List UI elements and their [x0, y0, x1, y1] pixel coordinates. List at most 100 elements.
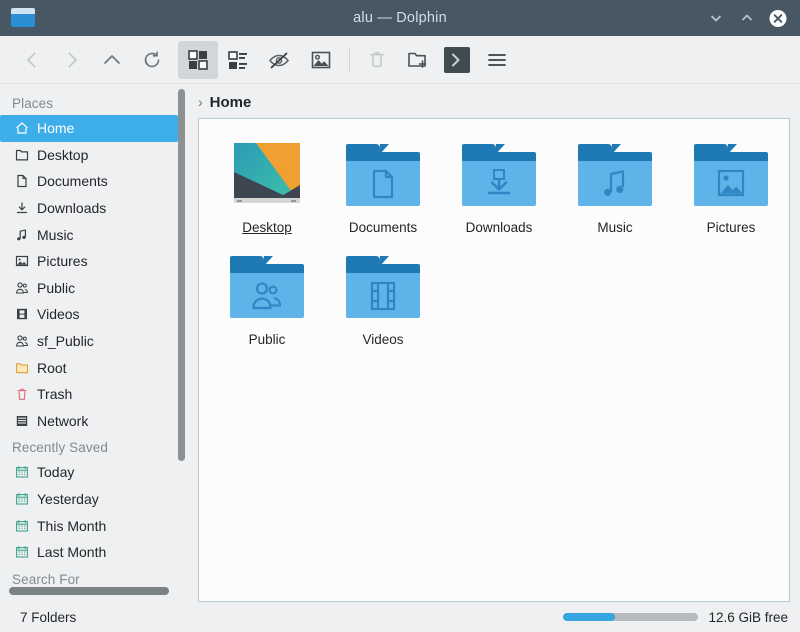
sidebar-item-documents[interactable]: Documents	[0, 168, 178, 195]
file-item-label: Downloads	[465, 220, 533, 235]
reload-icon[interactable]	[132, 41, 172, 79]
back-button[interactable]	[12, 41, 52, 79]
sidebar-item-label: Pictures	[37, 253, 88, 270]
sidebar-group-title: Places	[12, 96, 54, 111]
file-view[interactable]: Desktop Documents Downloads Music Pictures Pu…	[198, 118, 790, 602]
videos-folder-icon	[346, 249, 420, 323]
file-item-public[interactable]: Public	[209, 243, 325, 355]
sidebar-item-home[interactable]: Home	[0, 115, 178, 142]
trash-icon	[14, 386, 30, 402]
sidebar-item-label: Videos	[37, 306, 80, 323]
file-item-videos[interactable]: Videos	[325, 243, 441, 355]
home-icon	[14, 120, 30, 136]
capacity-bar[interactable]	[563, 613, 699, 621]
hamburger-menu-icon[interactable]	[477, 41, 517, 79]
sidebar-item-public[interactable]: Public	[0, 275, 178, 302]
forward-button[interactable]	[52, 41, 92, 79]
downloads-icon	[14, 200, 30, 216]
pictures-folder-icon	[694, 137, 768, 211]
places-sidebar: Places Home Desktop Documents Downloads Music…	[0, 84, 190, 602]
file-item-label: Videos	[362, 332, 404, 347]
window-body: Places Home Desktop Documents Downloads Music…	[0, 84, 800, 602]
file-item-label: Music	[597, 220, 633, 235]
file-item-label: Public	[248, 332, 286, 347]
file-item-music[interactable]: Music	[557, 131, 673, 243]
desktop-wallpaper-thumbnail	[230, 137, 304, 211]
sidebar-item-label: Yesterday	[37, 491, 99, 508]
calendar-icon	[14, 491, 30, 507]
sidebar-item-trash[interactable]: Trash	[0, 381, 178, 408]
sidebar-item-yesterday[interactable]: Yesterday	[0, 486, 178, 513]
sidebar-item-label: Network	[37, 412, 89, 429]
people-icon	[14, 280, 30, 296]
new-folder-button[interactable]	[397, 41, 437, 79]
documents-icon	[14, 173, 30, 189]
sidebar-item-label: Downloads	[37, 200, 107, 217]
file-item-desktop[interactable]: Desktop	[209, 131, 325, 243]
sidebar-item-label: Last Month	[37, 544, 107, 561]
sidebar-vertical-scrollbar[interactable]	[178, 89, 185, 461]
hidden-files-button[interactable]	[258, 41, 300, 79]
details-view-button[interactable]	[218, 41, 258, 79]
icons-view-button[interactable]	[178, 40, 218, 79]
root-folder-icon	[14, 360, 30, 376]
sidebar-group-title: Recently Saved	[12, 440, 108, 456]
music-folder-icon	[578, 137, 652, 211]
sidebar-item-downloads[interactable]: Downloads	[0, 195, 178, 222]
main-panel: › Home Desktop Documents Downloads Music Pic…	[190, 84, 800, 602]
calendar-icon	[14, 464, 30, 480]
sidebar-item-last-month[interactable]: Last Month	[0, 539, 178, 566]
preview-button[interactable]	[300, 41, 342, 79]
toolbar-separator	[349, 46, 350, 73]
desktop-folder-icon	[14, 147, 30, 163]
breadcrumb[interactable]: › Home	[190, 86, 792, 118]
sidebar-item-label: Desktop	[37, 146, 89, 163]
sidebar-item-desktop[interactable]: Desktop	[0, 142, 178, 169]
sidebar-item-label: Today	[37, 464, 75, 481]
capacity-bar-fill	[563, 613, 615, 621]
up-button[interactable]	[92, 41, 132, 79]
file-item-documents[interactable]: Documents	[325, 131, 441, 243]
calendar-icon	[14, 518, 30, 534]
sidebar-item-videos[interactable]: Videos	[0, 301, 178, 328]
item-count-label: 7 Folders	[20, 609, 77, 625]
sidebar-item-pictures[interactable]: Pictures	[0, 248, 178, 275]
sidebar-item-today[interactable]: Today	[0, 459, 178, 486]
sidebar-item-sf-public[interactable]: sf_Public	[0, 328, 178, 355]
sidebar-item-music[interactable]: Music	[0, 221, 178, 248]
sidebar-item-root[interactable]: Root	[0, 354, 178, 381]
sidebar-horizontal-scrollbar[interactable]	[9, 587, 169, 595]
sidebar-item-label: Trash	[37, 386, 73, 403]
window-title: alu — Dolphin	[353, 10, 447, 26]
picture-icon	[14, 253, 30, 269]
file-item-pictures[interactable]: Pictures	[673, 131, 789, 243]
sidebar-item-network[interactable]: Network	[0, 408, 178, 435]
file-item-label: Pictures	[706, 220, 756, 235]
terminal-button[interactable]	[437, 41, 477, 79]
sidebar-item-label: Root	[37, 359, 67, 376]
breadcrumb-current[interactable]: Home	[210, 94, 252, 111]
documents-folder-icon	[346, 137, 420, 211]
free-space-label: 12.6 GiB free	[708, 609, 788, 625]
sidebar-item-label: sf_Public	[37, 333, 94, 350]
sidebar-item-label: Documents	[37, 173, 108, 190]
network-icon	[14, 413, 30, 429]
sidebar-item-this-month[interactable]: This Month	[0, 512, 178, 539]
film-icon	[14, 306, 30, 322]
music-note-icon	[14, 227, 30, 243]
trash-button[interactable]	[357, 41, 397, 79]
sidebar-item-label: Music	[37, 226, 74, 243]
downloads-folder-icon	[462, 137, 536, 211]
file-item-label: Documents	[348, 220, 418, 235]
sidebar-item-label: This Month	[37, 517, 107, 534]
breadcrumb-arrow-icon: ›	[198, 94, 203, 110]
dolphin-window: alu — Dolphin Places Home Desktop Docume…	[0, 0, 800, 632]
people-icon	[14, 333, 30, 349]
sidebar-horizontal-scrollbar-track	[0, 586, 190, 600]
file-item-downloads[interactable]: Downloads	[441, 131, 557, 243]
file-item-label: Desktop	[242, 220, 292, 235]
public-folder-icon	[230, 249, 304, 323]
toolbar	[0, 36, 800, 84]
capacity-area: 12.6 GiB free	[563, 610, 788, 625]
sidebar-item-label: Public	[37, 279, 76, 296]
